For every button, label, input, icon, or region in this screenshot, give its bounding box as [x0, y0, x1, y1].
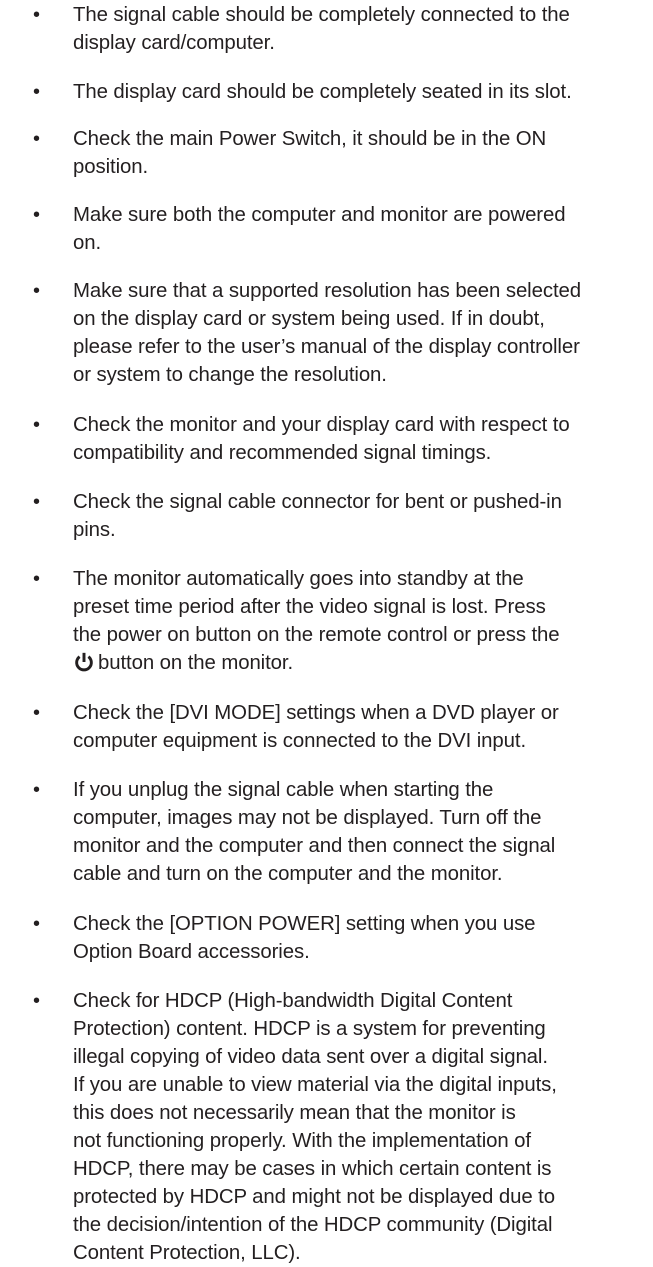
bullet: •: [33, 702, 41, 724]
list-item-text: Check the [DVI MODE] settings when a DVD…: [73, 702, 559, 752]
bullet: •: [33, 280, 41, 302]
list-item-text: Check the signal cable connector for ben…: [73, 491, 562, 541]
bullet: •: [33, 779, 41, 801]
list-item-text: Check the [OPTION POWER] setting when yo…: [73, 913, 536, 963]
bullet: •: [33, 491, 41, 513]
bullet: •: [33, 4, 41, 26]
list-item-text: Make sure both the computer and monitor …: [73, 204, 566, 254]
bullet: •: [33, 128, 41, 150]
list-item-text: Check for HDCP (High-bandwidth Digital C…: [73, 990, 557, 1264]
bullet: •: [33, 414, 41, 436]
bullet: •: [33, 568, 41, 590]
bullet: •: [33, 990, 41, 1012]
list-item-text: The display card should be completely se…: [73, 81, 572, 103]
list-item-text: The signal cable should be completely co…: [73, 4, 570, 54]
bullet: •: [33, 913, 41, 935]
list-item-text: If you unplug the signal cable when star…: [73, 779, 556, 885]
list-item-text: Check the main Power Switch, it should b…: [73, 128, 547, 178]
list-item-text: Make sure that a supported resolution ha…: [73, 280, 581, 386]
list-item-text: The monitor automatically goes into stan…: [73, 568, 560, 674]
bullet: •: [33, 204, 41, 226]
bullet: •: [33, 81, 41, 103]
power-icon: [75, 652, 93, 672]
list-item-text: Check the monitor and your display card …: [73, 414, 570, 464]
